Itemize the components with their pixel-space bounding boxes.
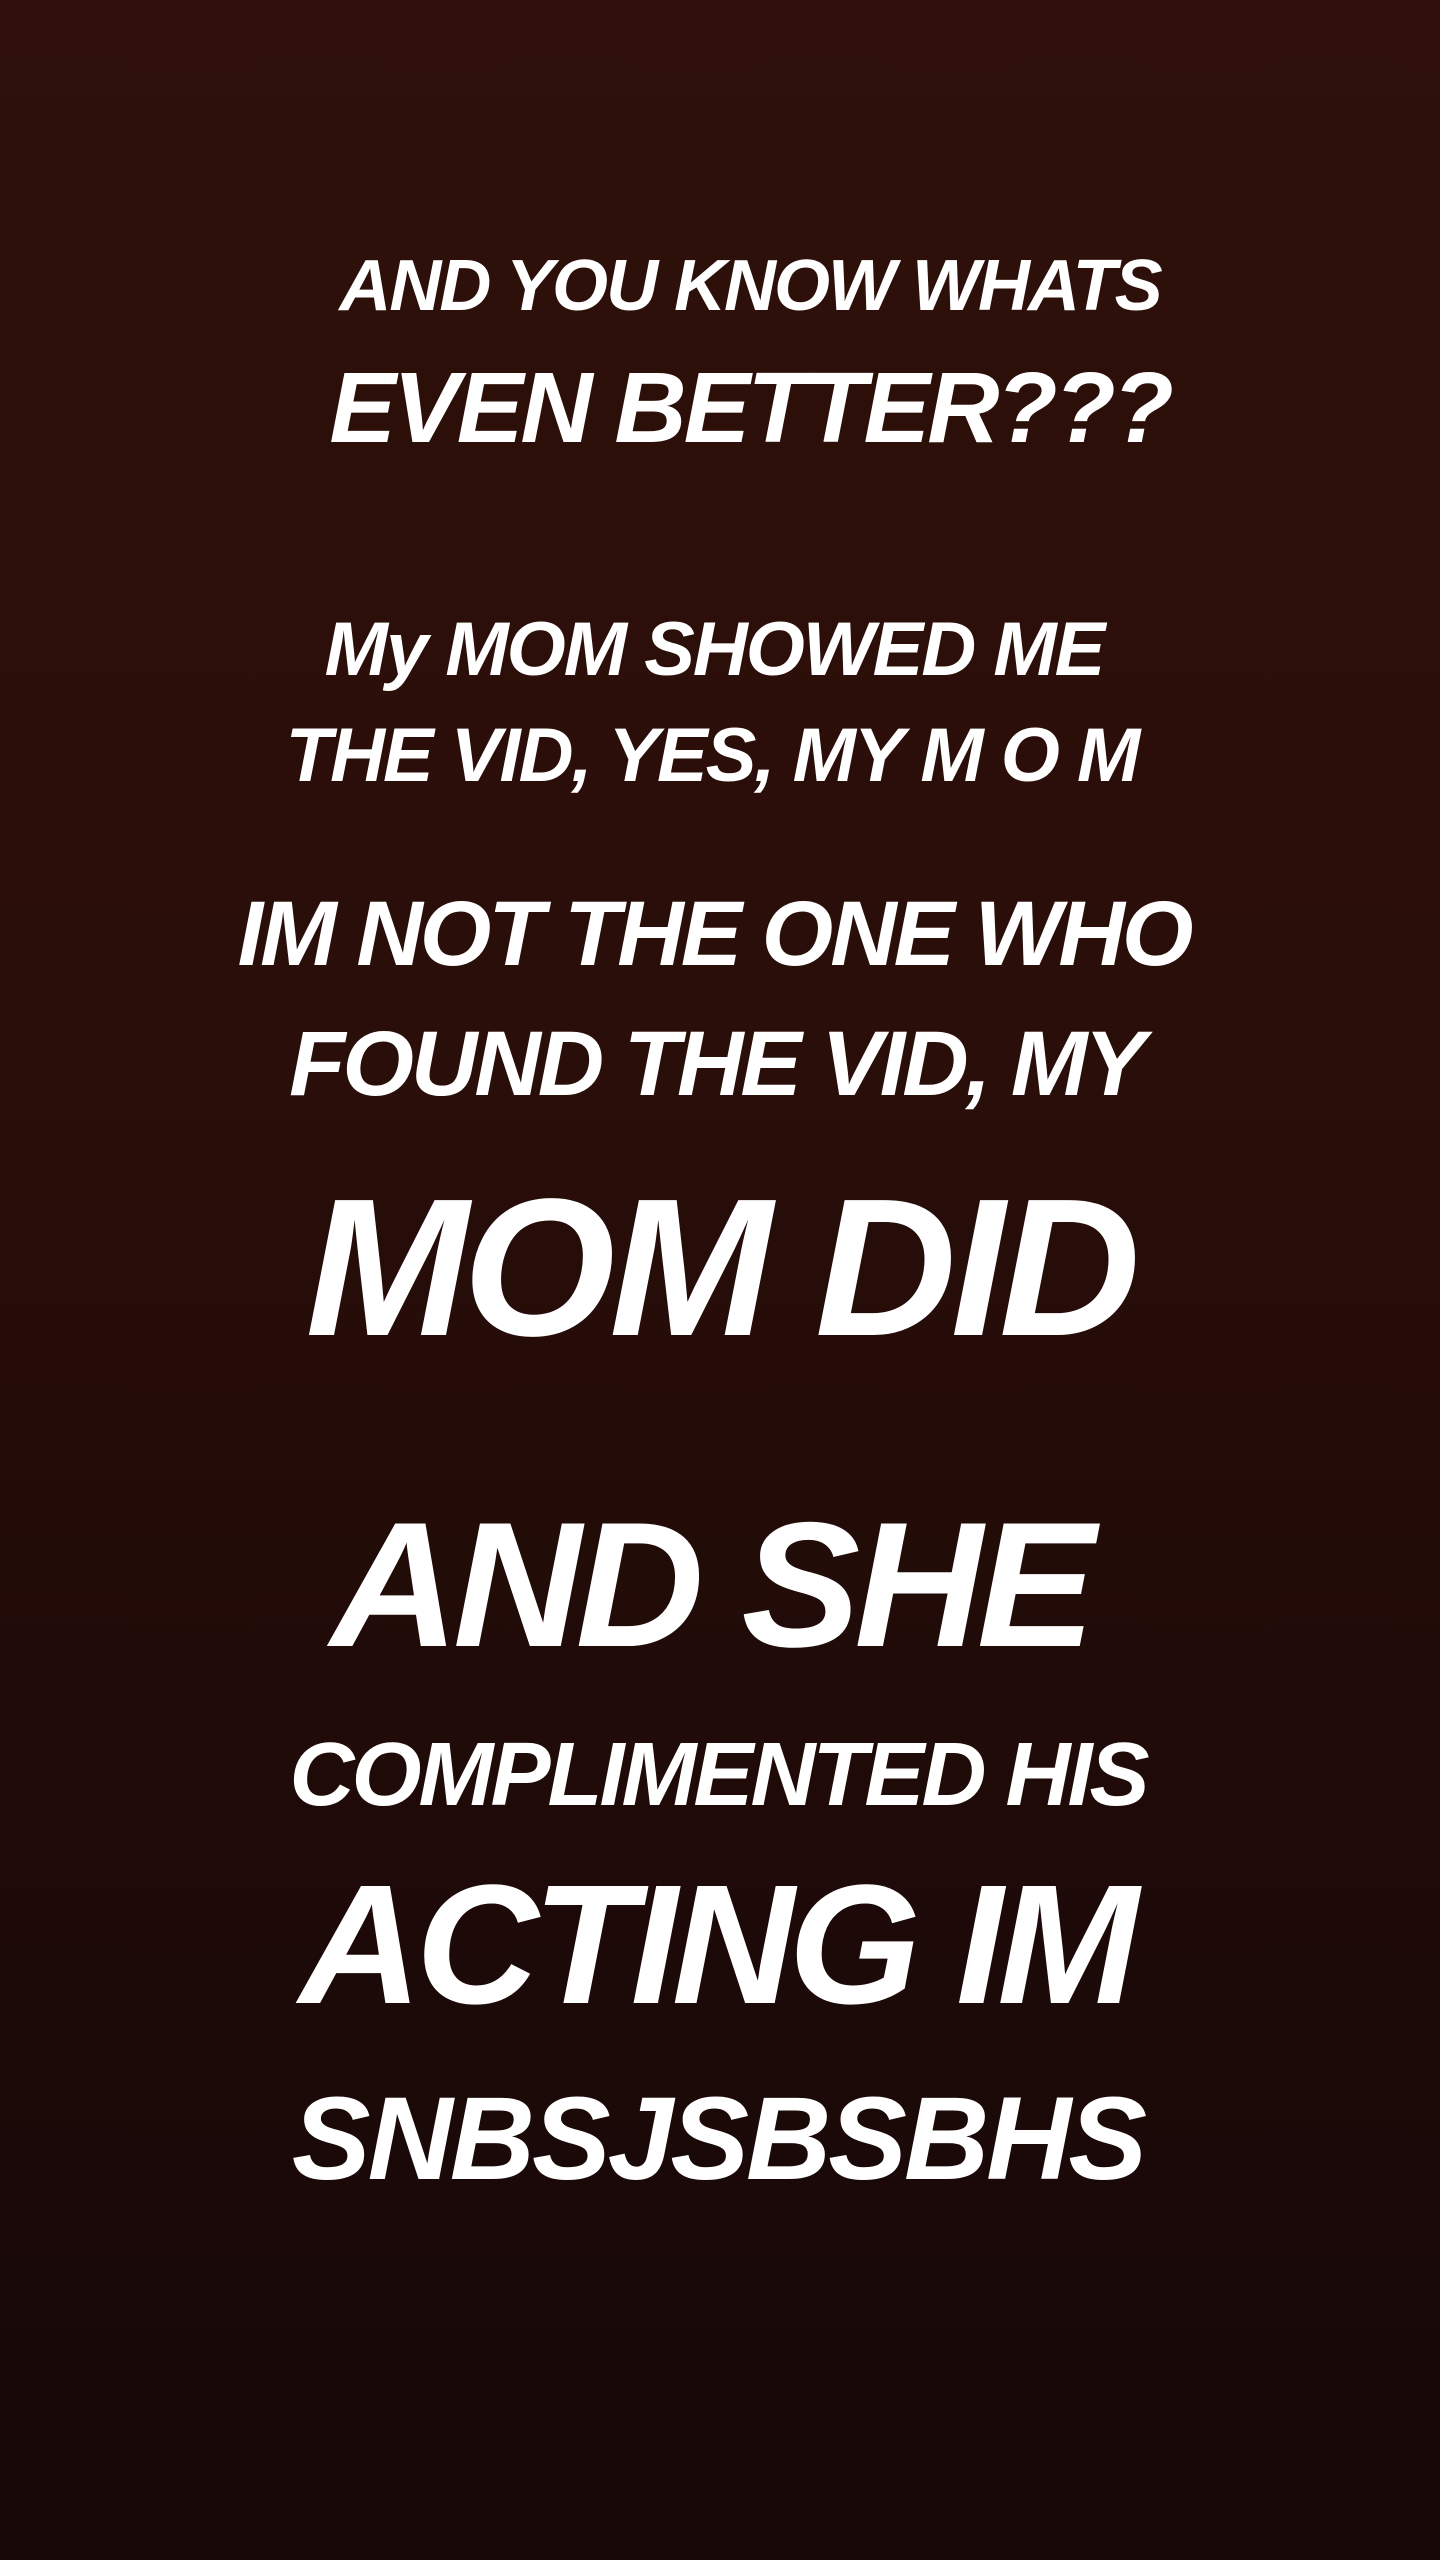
- story-text-line-9: COMPLIMENTED HIS: [289, 1725, 1149, 1825]
- story-text-line-4: THE VID, YES, MY M O M: [285, 713, 1141, 798]
- story-text-line-7: MOM DID: [305, 1158, 1141, 1377]
- story-text-line-5: IM NOT THE ONE WHO: [237, 883, 1194, 985]
- story-text-line-6: FOUND THE VID, MY: [289, 1013, 1146, 1115]
- story-text-line-2: EVEN BETTER???: [329, 352, 1173, 464]
- story-text-line-11: SNBSJSBSBHS: [291, 2073, 1147, 2205]
- story-text-line-1: AND YOU KNOW WHATS: [339, 246, 1162, 326]
- story-text-line-3: My MOM SHOWED ME: [324, 607, 1106, 692]
- story-text-line-8: AND SHE: [330, 1485, 1095, 1684]
- story-text-line-10: ACTING IM: [299, 1850, 1139, 2040]
